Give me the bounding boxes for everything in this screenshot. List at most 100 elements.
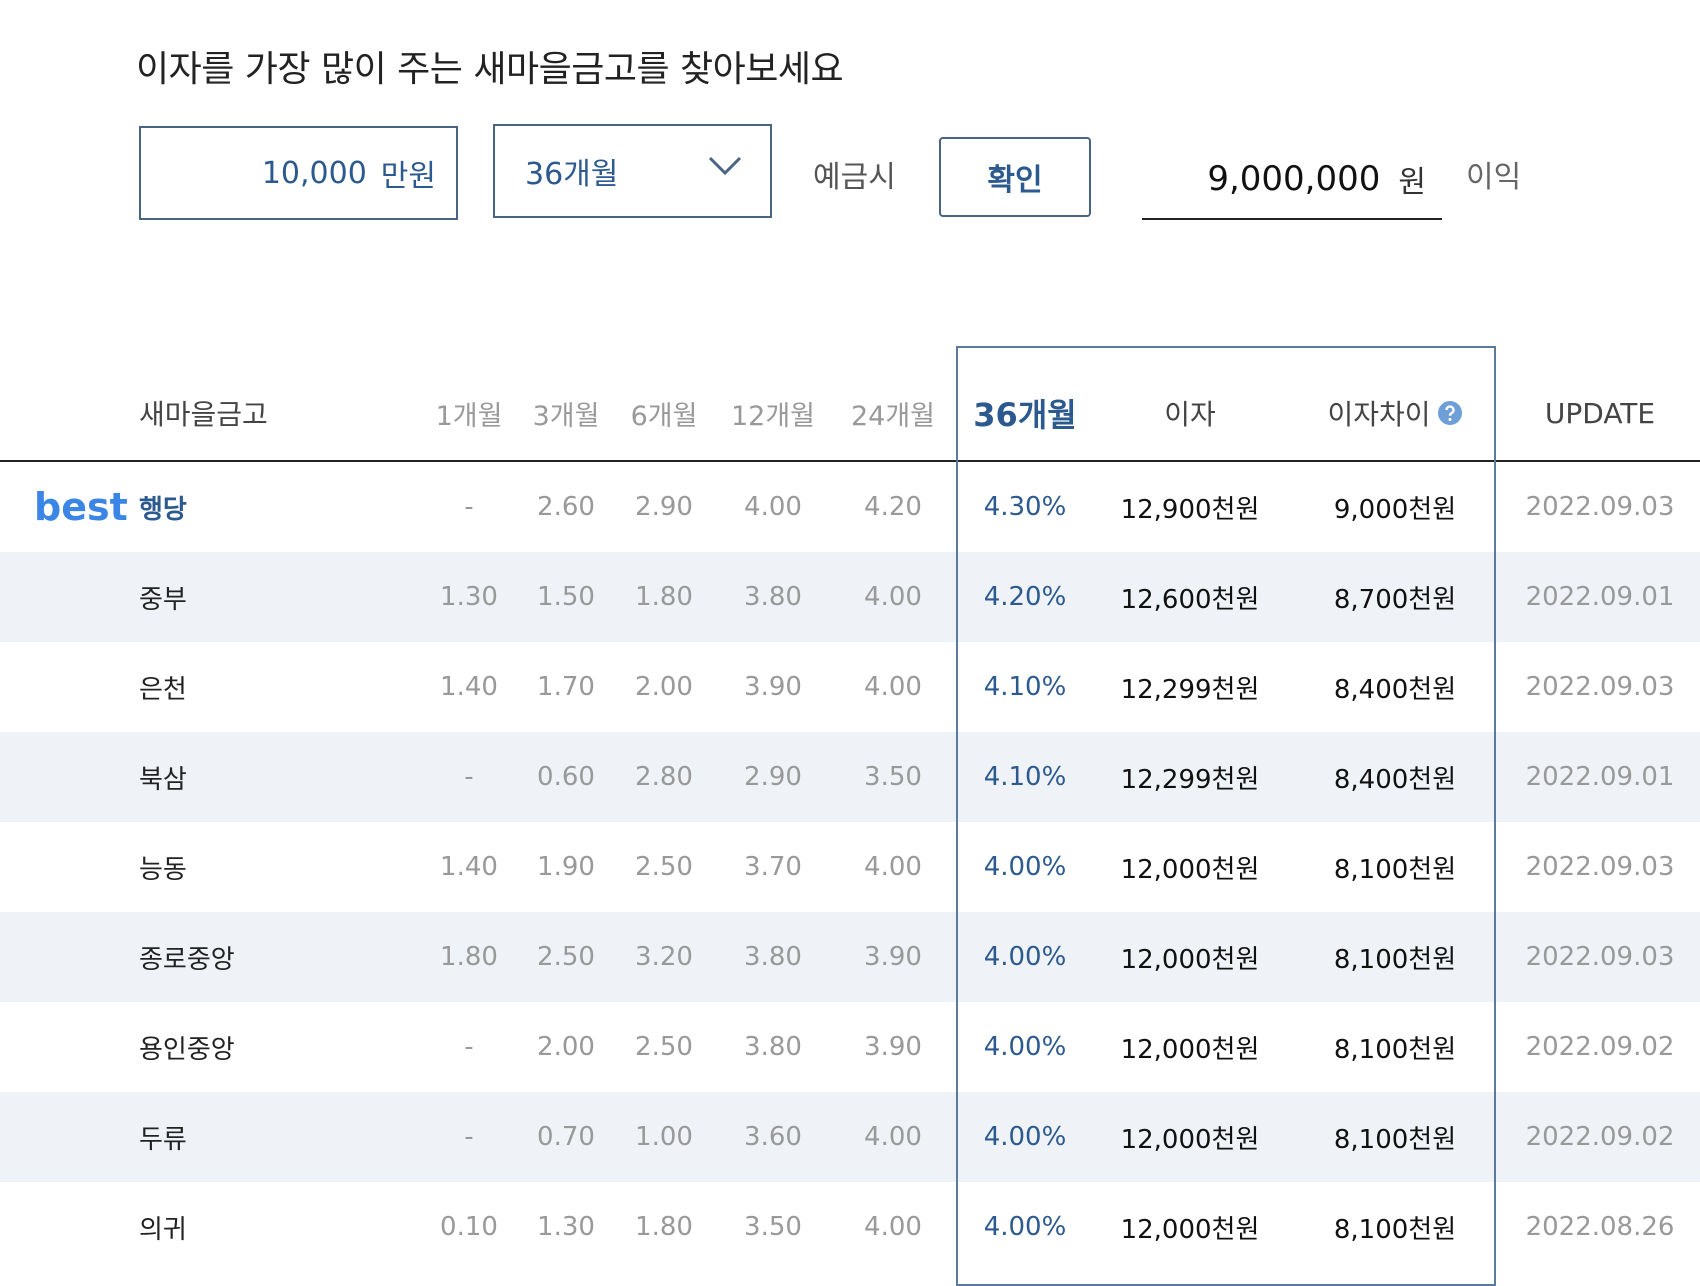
header-update: UPDATE [1544,396,1656,430]
cell-name: 능동 [139,854,187,885]
cell-m24: 4.00 [864,852,922,882]
cell-update: 2022.08.26 [1525,1212,1675,1242]
cell-diff: 8,100천원 [1333,854,1457,885]
cell-m3: 2.00 [537,1032,595,1062]
header-diff: 이자차이 [1300,346,1490,460]
question-circle-icon[interactable] [1437,400,1463,426]
result-value: 9,000,000 [1207,159,1381,199]
cell-interest: 12,000천원 [1120,944,1260,975]
cell-name: 두류 [139,1124,187,1155]
result-field: 9,000,000 원 [1142,140,1442,220]
table-row: 북삼 - 0.60 2.80 2.90 3.50 4.10% 12,299천원 8,400천원 2… [0,732,1700,822]
table-row: 용인중앙 - 2.00 2.50 3.80 3.90 4.00% 12,000천원 8,100천… [0,1002,1700,1092]
cell-m6: 2.00 [635,672,693,702]
cell-m3: 2.50 [537,942,595,972]
cell-m1: 1.30 [440,582,498,612]
cell-m24: 4.00 [864,672,922,702]
cell-m24: 3.90 [864,1032,922,1062]
table-row: 중부 1.30 1.50 1.80 3.80 4.00 4.20% 12,600천원 8,700… [0,552,1700,642]
cell-m12: 3.80 [744,1032,802,1062]
period-select[interactable]: 36개월 [493,124,772,218]
header-1m: 1개월 [435,400,503,432]
cell-diff: 8,400천원 [1333,764,1457,795]
header-3m: 3개월 [532,400,600,432]
rate-table: 새마을금고 1개월 3개월 6개월 12개월 24개월 36개월 이자 이자차이… [0,346,1700,1272]
cell-name: 은천 [139,674,187,705]
cell-m1: - [464,492,474,522]
cell-m3: 1.70 [537,672,595,702]
header-diff-label: 이자차이 [1327,398,1431,431]
cell-diff: 8,100천원 [1333,1124,1457,1155]
cell-m36: 4.00% [983,1122,1067,1152]
cell-m6: 2.50 [635,1032,693,1062]
cell-m36: 4.10% [983,672,1067,702]
chevron-down-icon [708,156,742,176]
cell-m12: 3.80 [744,582,802,612]
cell-name: 북삼 [139,764,187,795]
cell-m12: 3.60 [744,1122,802,1152]
cell-diff: 8,400천원 [1333,674,1457,705]
cell-m1: 1.80 [440,942,498,972]
cell-name: 중부 [139,584,187,615]
cell-update: 2022.09.01 [1525,582,1675,612]
amount-unit: 만원 [380,159,436,194]
cell-m3: 1.90 [537,852,595,882]
cell-m12: 2.90 [744,762,802,792]
cell-m24: 3.50 [864,762,922,792]
header-interest: 이자 [1164,398,1216,431]
cell-interest: 12,299천원 [1120,764,1260,795]
amount-value: 10,000 [261,155,367,191]
cell-interest: 12,299천원 [1120,674,1260,705]
cell-update: 2022.09.03 [1525,852,1675,882]
cell-m24: 3.90 [864,942,922,972]
cell-m1: - [464,1122,474,1152]
result-unit: 원 [1398,165,1426,200]
cell-update: 2022.09.03 [1525,492,1675,522]
header-24m: 24개월 [850,400,936,432]
cell-m1: - [464,762,474,792]
cell-m36: 4.00% [983,1212,1067,1242]
cell-interest: 12,900천원 [1120,494,1260,525]
table-row: 은천 1.40 1.70 2.00 3.90 4.00 4.10% 12,299천원 8,400… [0,642,1700,732]
cell-m24: 4.00 [864,1212,922,1242]
header-6m: 6개월 [630,400,698,432]
cell-m3: 1.50 [537,582,595,612]
cell-interest: 12,000천원 [1120,1214,1260,1245]
table-body: best 행당 - 2.60 2.90 4.00 4.20 4.30% 12,900천원 9,00… [0,462,1700,1272]
cell-diff: 8,100천원 [1333,1034,1457,1065]
cell-m1: 1.40 [440,852,498,882]
cell-m36: 4.00% [983,852,1067,882]
cell-m3: 1.30 [537,1212,595,1242]
cell-m12: 3.80 [744,942,802,972]
cell-update: 2022.09.01 [1525,762,1675,792]
cell-update: 2022.09.02 [1525,1032,1675,1062]
table-row: best 행당 - 2.60 2.90 4.00 4.20 4.30% 12,900천원 9,00… [0,462,1700,552]
page-title: 이자를 가장 많이 주는 새마을금고를 찾아보세요 [136,49,844,90]
cell-m6: 2.90 [635,492,693,522]
cell-m6: 1.80 [635,1212,693,1242]
cell-m36: 4.20% [983,582,1067,612]
confirm-button[interactable]: 확인 [939,137,1091,217]
cell-m36: 4.10% [983,762,1067,792]
period-selected-value: 36개월 [525,157,619,192]
header-36m: 36개월 [973,396,1077,434]
cell-diff: 8,700천원 [1333,584,1457,615]
cell-update: 2022.09.02 [1525,1122,1675,1152]
profit-label: 이익 [1466,160,1522,195]
cell-update: 2022.09.03 [1525,672,1675,702]
cell-interest: 12,000천원 [1120,1034,1260,1065]
cell-diff: 8,100천원 [1333,1214,1457,1245]
cell-name: 행당 [139,494,187,525]
table-row: 능동 1.40 1.90 2.50 3.70 4.00 4.00% 12,000천원 8,100… [0,822,1700,912]
table-header: 새마을금고 1개월 3개월 6개월 12개월 24개월 36개월 이자 이자차이… [0,346,1700,462]
amount-input[interactable]: 10,000 만원 [139,126,458,220]
cell-m36: 4.00% [983,1032,1067,1062]
cell-diff: 9,000천원 [1333,494,1457,525]
cell-m24: 4.00 [864,582,922,612]
cell-name: 용인중앙 [139,1034,235,1065]
cell-m12: 3.50 [744,1212,802,1242]
cell-m6: 3.20 [635,942,693,972]
cell-m1: 0.10 [440,1212,498,1242]
cell-m36: 4.00% [983,942,1067,972]
cell-m1: 1.40 [440,672,498,702]
